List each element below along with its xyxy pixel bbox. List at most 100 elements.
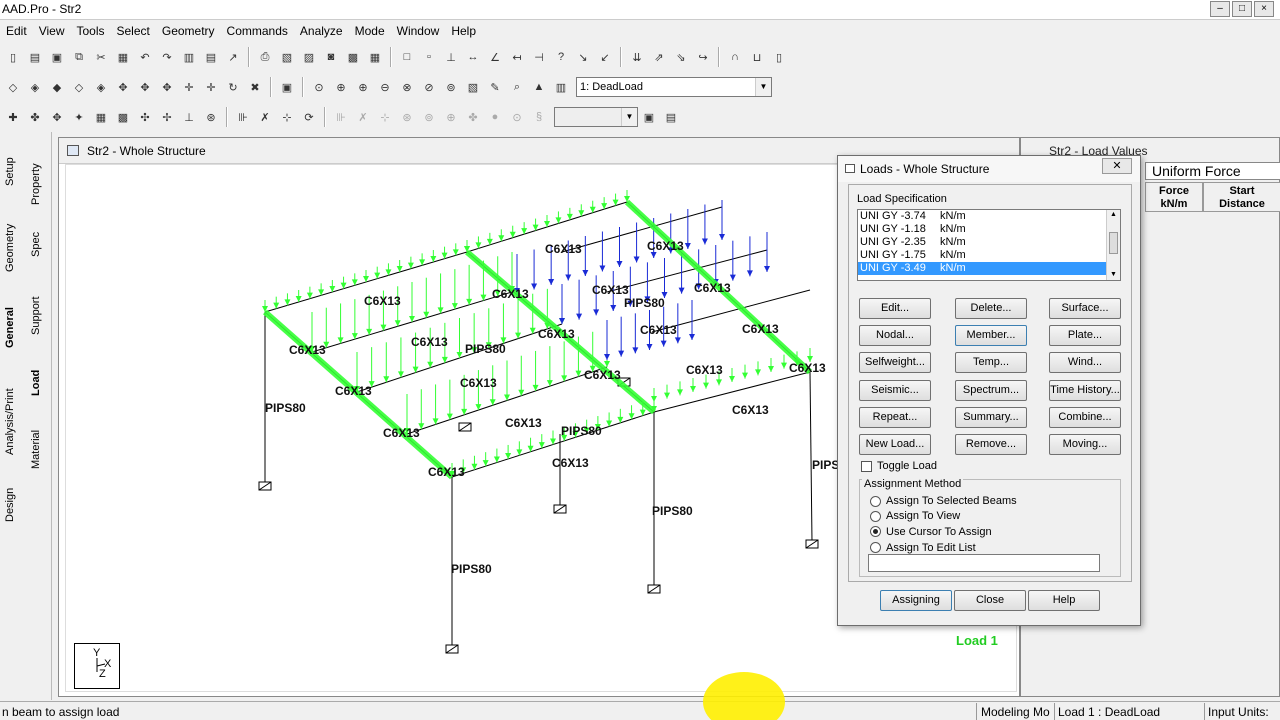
list-item[interactable]: UNI GY -1.75 kN/m (858, 249, 1120, 262)
summary-button[interactable]: Summary... (955, 407, 1027, 428)
beam-icon[interactable]: ⊣ (530, 48, 548, 66)
list-item-selected[interactable]: UNI GY -3.49 kN/m (858, 262, 1120, 275)
combine-button[interactable]: Combine... (1049, 407, 1121, 428)
tab-support[interactable]: Support (30, 286, 52, 346)
spin-right-icon[interactable]: ✛ (202, 78, 220, 96)
new-file-icon[interactable]: ▯ (4, 48, 22, 66)
save-icon[interactable]: ▣ (48, 48, 66, 66)
side-view-icon[interactable]: ◆ (48, 78, 66, 96)
list-item[interactable]: UNI GY -1.18 kN/m (858, 223, 1120, 236)
close-window-button[interactable]: × (1254, 1, 1274, 17)
repeat-button[interactable]: Repeat... (859, 407, 931, 428)
assigning-button[interactable]: Assigning (880, 590, 952, 611)
assign-edit-list-radio[interactable] (870, 542, 881, 553)
scroll-down-icon[interactable]: ▼ (1107, 270, 1120, 280)
add-solid-icon[interactable]: ✦ (70, 108, 88, 126)
member-button[interactable]: Member... (955, 325, 1027, 346)
new-view-icon[interactable]: ▧ (464, 78, 482, 96)
moving-button[interactable]: Moving... (1049, 434, 1121, 455)
render-icon[interactable]: ▲ (530, 78, 548, 96)
structure-icon[interactable]: ▤ (662, 108, 680, 126)
edit-button[interactable]: Edit... (859, 298, 931, 319)
globe-icon[interactable]: ⊛ (202, 108, 220, 126)
load-case-combo[interactable]: 1: DeadLoad ▼ (576, 77, 772, 97)
help-icon[interactable]: ? (552, 48, 570, 66)
scroll-up-icon[interactable]: ▲ (1107, 210, 1120, 220)
undo-icon[interactable]: ↶ (136, 48, 154, 66)
maximize-button[interactable]: □ (1232, 1, 1252, 17)
clipboard-icon[interactable]: ▥ (180, 48, 198, 66)
toggle-load-checkbox[interactable] (861, 461, 872, 472)
support-icon[interactable]: ⊔ (748, 48, 766, 66)
context-help-icon[interactable]: ↙ (596, 48, 614, 66)
menu-window[interactable]: Window (391, 24, 446, 38)
page-setup-icon[interactable]: ▦ (366, 48, 384, 66)
surface-button[interactable]: Surface... (1049, 298, 1121, 319)
cut-icon[interactable]: ✂ (92, 48, 110, 66)
grid-icon[interactable]: ▦ (92, 108, 110, 126)
scroll-thumb[interactable] (1109, 232, 1118, 254)
tab-material[interactable]: Material (30, 418, 52, 480)
menu-view[interactable]: View (33, 24, 71, 38)
list-item[interactable]: UNI GY -3.74 kN/m (858, 210, 1120, 223)
zoom-previous-icon[interactable]: ⊗ (398, 78, 416, 96)
redo-icon[interactable]: ↷ (158, 48, 176, 66)
printer-icon[interactable]: ▩ (344, 48, 362, 66)
load-specification-list[interactable]: UNI GY -3.74 kN/m UNI GY -1.18 kN/m UNI GY… (857, 209, 1121, 281)
top-view-icon[interactable]: ◇ (70, 78, 88, 96)
circular-repeat-icon[interactable]: ⊥ (180, 108, 198, 126)
rotate-y-icon[interactable]: ✥ (136, 78, 154, 96)
menu-geometry[interactable]: Geometry (156, 24, 221, 38)
rotate-cw-icon[interactable]: ↻ (224, 78, 242, 96)
time-history-button[interactable]: Time History... (1049, 380, 1121, 401)
translate-icon[interactable]: ✣ (136, 108, 154, 126)
angle-icon[interactable]: ∠ (486, 48, 504, 66)
remove-button[interactable]: Remove... (955, 434, 1027, 455)
connect-icon[interactable]: ✗ (256, 108, 274, 126)
edit-list-input[interactable] (868, 554, 1100, 572)
measure-icon[interactable]: ↔ (464, 48, 482, 66)
node-icon[interactable]: ↤ (508, 48, 526, 66)
pan-icon[interactable]: ⊚ (442, 78, 460, 96)
copy-icon[interactable]: ⧉ (70, 48, 88, 66)
mirror-icon[interactable]: ✢ (158, 108, 176, 126)
assign-selected-beams-radio[interactable] (870, 496, 881, 507)
assign-to-view-radio[interactable] (870, 511, 881, 522)
close-button[interactable]: Close (954, 590, 1026, 611)
tab-design[interactable]: Design (4, 478, 26, 532)
whats-this-icon[interactable]: ↘ (574, 48, 592, 66)
snap-node-icon[interactable]: ✚ (4, 108, 22, 126)
print-icon[interactable]: ⎙ (256, 48, 274, 66)
iso-view-icon[interactable]: ◇ (4, 78, 22, 96)
shape-icon[interactable]: ▥ (552, 78, 570, 96)
refresh-icon[interactable]: ⟳ (300, 108, 318, 126)
arc-icon[interactable]: ∩ (726, 48, 744, 66)
wind-button[interactable]: Wind... (1049, 352, 1121, 373)
rotate-z-icon[interactable]: ✥ (158, 78, 176, 96)
dialog-close-button[interactable]: ✕ (1102, 158, 1132, 174)
window-icon[interactable]: □ (398, 48, 416, 66)
target-icon[interactable]: ✖ (246, 78, 264, 96)
display-whole-icon[interactable]: ▣ (278, 78, 296, 96)
zoom-out-icon[interactable]: ⊖ (376, 78, 394, 96)
temp-button[interactable]: Temp... (955, 352, 1027, 373)
zoom-window-icon[interactable]: ⊙ (310, 78, 328, 96)
menu-tools[interactable]: Tools (70, 24, 110, 38)
menu-mode[interactable]: Mode (349, 24, 391, 38)
cursor-icon[interactable]: ⇗ (650, 48, 668, 66)
chevron-down-icon[interactable]: ▼ (755, 78, 771, 96)
tab-spec[interactable]: Spec (30, 224, 52, 264)
tab-load[interactable]: Load (30, 358, 52, 408)
tab-general[interactable]: General (4, 296, 26, 360)
zoom-dynamic-icon[interactable]: ⊕ (332, 78, 350, 96)
camera-icon[interactable]: ◙ (322, 48, 340, 66)
report-icon[interactable]: ▤ (202, 48, 220, 66)
front-view-icon[interactable]: ◈ (26, 78, 44, 96)
seismic-button[interactable]: Seismic... (859, 380, 931, 401)
open-file-icon[interactable]: ▤ (26, 48, 44, 66)
use-cursor-radio[interactable] (870, 526, 881, 537)
load-icon[interactable]: ⇊ (628, 48, 646, 66)
dimension-icon[interactable]: ⊥ (442, 48, 460, 66)
zoom-in-icon[interactable]: ⊕ (354, 78, 372, 96)
menu-edit[interactable]: Edit (0, 24, 33, 38)
